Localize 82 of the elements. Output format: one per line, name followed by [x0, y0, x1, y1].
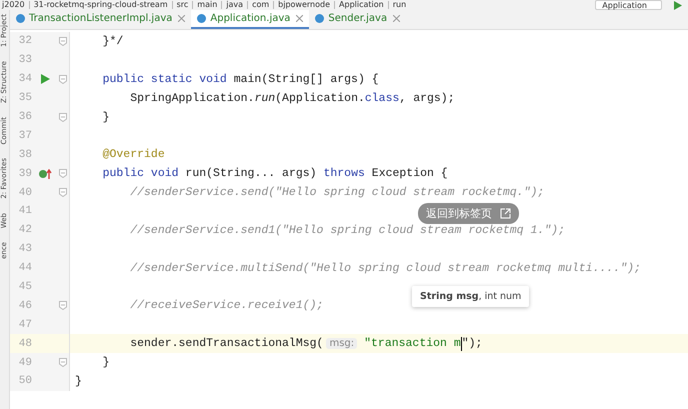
line-number: 33 — [18, 54, 32, 66]
close-icon[interactable] — [393, 15, 400, 22]
method-name: run — [254, 92, 276, 105]
fold-icon[interactable] — [59, 169, 67, 178]
parameter-info-tooltip: String msg, int num — [412, 286, 530, 307]
file-tab[interactable]: Sender.java — [309, 10, 406, 29]
file-tab[interactable]: Application.java — [191, 10, 310, 29]
keyword: public static void — [102, 72, 227, 86]
line-number: 35 — [18, 92, 32, 104]
run-icon[interactable] — [674, 0, 682, 10]
fold-icon[interactable] — [59, 74, 67, 84]
breadcrumb-item[interactable]: 31-rocketmq-spring-cloud-stream — [34, 0, 168, 10]
keyword: public void — [102, 167, 179, 180]
breadcrumb-item[interactable]: run — [392, 0, 406, 10]
line-number: 50 — [18, 375, 32, 388]
code-text: } — [102, 356, 110, 370]
fold-icon[interactable] — [59, 112, 67, 122]
code-text: SpringApplication. — [129, 92, 254, 105]
breadcrumb-item[interactable]: Application — [339, 0, 384, 10]
line-number: 40 — [18, 186, 32, 199]
separator-icon — [221, 1, 222, 9]
fold-icon[interactable] — [59, 188, 67, 198]
line-number: 47 — [18, 318, 32, 331]
code-text: sender.sendTransactionalMsg( — [129, 337, 324, 350]
code-text: Exception { — [370, 167, 448, 180]
code-text: }*/ — [102, 34, 124, 48]
code-text: (Application. — [275, 92, 365, 105]
code-text: } — [75, 374, 82, 388]
code-text: run(String... args) — [184, 167, 318, 180]
line-number: 38 — [18, 148, 32, 161]
code-comment: //senderService.multiSend("Hello spring cloud stream rocketmq multi...."); — [129, 262, 641, 275]
code-text: "); — [462, 337, 482, 350]
breadcrumb-item[interactable]: com — [252, 0, 270, 10]
line-number: 44 — [18, 262, 32, 274]
line-number: 49 — [18, 356, 32, 369]
line-number: 41 — [18, 205, 32, 218]
string-literal: "transaction m — [364, 337, 461, 350]
run-icon[interactable] — [40, 74, 50, 84]
line-number: 34 — [18, 73, 32, 86]
fold-icon[interactable] — [59, 36, 67, 46]
line-number: 36 — [18, 111, 32, 123]
separator-icon — [388, 1, 389, 9]
tab-label: Application.java — [210, 13, 290, 24]
fold-icon[interactable] — [59, 301, 67, 310]
close-icon[interactable] — [296, 15, 304, 22]
line-number: 43 — [18, 243, 32, 256]
line-number: 37 — [18, 130, 32, 142]
breadcrumb-item[interactable]: src — [176, 0, 188, 10]
close-icon[interactable] — [178, 15, 186, 22]
fold-icon[interactable] — [59, 358, 67, 368]
line-number: 32 — [18, 35, 32, 48]
code-comment: //senderService.send("Hello spring cloud stream rocketmq."); — [129, 186, 544, 200]
breadcrumb-item[interactable]: java — [226, 0, 244, 10]
tab-label: Sender.java — [328, 13, 388, 24]
separator-icon — [192, 1, 194, 9]
override-icon[interactable] — [38, 168, 52, 179]
keyword: throws — [323, 167, 365, 180]
breadcrumb-item[interactable]: bjpowernode — [278, 0, 330, 10]
keyword: class — [364, 92, 400, 105]
file-tab[interactable]: TransactionListenerImpl.java — [10, 10, 192, 29]
separator-icon — [247, 1, 248, 9]
annotation: @Override — [102, 148, 165, 162]
code-text: , args); — [399, 92, 455, 105]
code-text: main(String[] args) { — [232, 72, 379, 86]
line-number: 46 — [18, 300, 32, 312]
line-number: 48 — [18, 338, 32, 350]
external-link-icon — [500, 208, 511, 219]
separator-icon — [172, 1, 173, 9]
separator-icon — [28, 1, 30, 9]
run-config-dropdown[interactable]: Application — [595, 0, 662, 10]
line-number: 42 — [18, 224, 32, 236]
line-number: 39 — [18, 168, 32, 180]
code-text: } — [102, 110, 110, 124]
code-comment: //senderService.send1("Hello spring cloud stream rocketmq 1."); — [129, 224, 565, 237]
separator-icon — [334, 1, 336, 9]
breadcrumb-item[interactable]: j2020 — [2, 0, 25, 10]
tab-label: TransactionListenerImpl.java — [29, 13, 172, 24]
parameter-hint: msg: — [326, 338, 358, 350]
line-number: 45 — [18, 281, 32, 294]
separator-icon — [273, 1, 274, 9]
breadcrumb-item[interactable]: main — [197, 0, 218, 10]
code-comment: //receiveService.receive1(); — [129, 299, 324, 312]
